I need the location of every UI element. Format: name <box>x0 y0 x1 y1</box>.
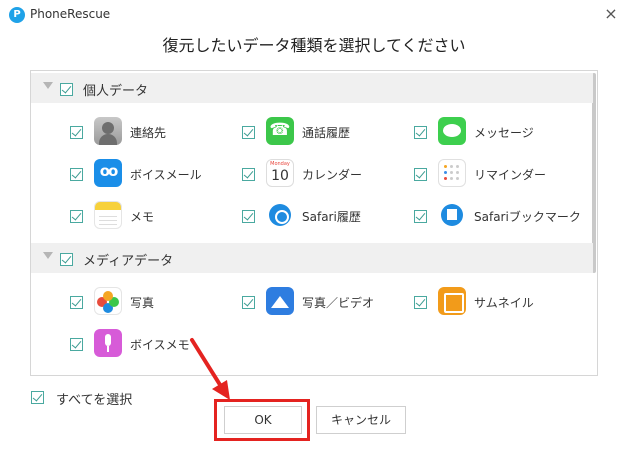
safari-bookmark-icon <box>438 201 466 229</box>
notes-icon <box>94 201 122 229</box>
collapse-arrow-icon[interactable] <box>43 82 53 89</box>
item-label: 写真 <box>130 296 155 310</box>
item-voice-memos[interactable]: ボイスメモ <box>70 329 240 359</box>
item-checkbox[interactable] <box>414 126 427 139</box>
item-reminders[interactable]: リマインダー <box>414 159 584 189</box>
item-checkbox[interactable] <box>70 296 83 309</box>
item-checkbox[interactable] <box>70 168 83 181</box>
item-safari-bookmarks[interactable]: Safariブックマーク <box>414 201 584 231</box>
item-checkbox[interactable] <box>242 126 255 139</box>
ok-button[interactable]: OK <box>224 406 302 434</box>
item-label: Safari履歴 <box>302 210 361 224</box>
section-checkbox-personal[interactable] <box>60 83 73 96</box>
item-checkbox[interactable] <box>414 296 427 309</box>
item-checkbox[interactable] <box>414 168 427 181</box>
item-checkbox[interactable] <box>414 210 427 223</box>
photos-icon <box>94 287 122 315</box>
calendar-icon <box>266 159 294 187</box>
safari-history-icon <box>266 201 294 229</box>
item-thumbnails[interactable]: サムネイル <box>414 287 584 317</box>
contacts-icon <box>94 117 122 145</box>
item-label: 写真／ビデオ <box>302 296 375 310</box>
messages-icon <box>438 117 466 145</box>
window-title: PhoneRescue <box>30 7 111 21</box>
item-notes[interactable]: メモ <box>70 201 240 231</box>
item-photos[interactable]: 写真 <box>70 287 240 317</box>
section-header-media[interactable]: メディアデータ <box>31 243 593 273</box>
select-all-label: すべてを選択 <box>56 393 133 408</box>
item-label: 連絡先 <box>130 126 167 140</box>
reminders-icon <box>438 159 466 187</box>
item-label: ボイスメール <box>130 168 202 182</box>
title-bar: P PhoneRescue × <box>0 0 628 30</box>
close-button[interactable]: × <box>600 4 622 24</box>
thumbnail-icon <box>438 287 466 315</box>
item-safari-history[interactable]: Safari履歴 <box>242 201 412 231</box>
item-label: サムネイル <box>474 296 534 310</box>
item-contacts[interactable]: 連絡先 <box>70 117 240 147</box>
data-type-list[interactable]: 個人データ 連絡先 通話履歴 メッセージ ボイスメール カレンダー リマインダー… <box>30 70 598 376</box>
voicemail-icon <box>94 159 122 187</box>
phone-icon <box>266 117 294 145</box>
item-checkbox[interactable] <box>242 210 255 223</box>
item-label: Safariブックマーク <box>474 210 581 224</box>
select-all-checkbox[interactable] <box>31 391 44 404</box>
item-checkbox[interactable] <box>242 168 255 181</box>
item-label: 通話履歴 <box>302 126 351 140</box>
item-label: リマインダー <box>474 168 547 182</box>
item-checkbox[interactable] <box>70 210 83 223</box>
item-photo-video[interactable]: 写真／ビデオ <box>242 287 412 317</box>
photo-video-icon <box>266 287 294 315</box>
section-label: 個人データ <box>83 84 149 99</box>
item-messages[interactable]: メッセージ <box>414 117 584 147</box>
item-label: カレンダー <box>302 168 363 182</box>
item-label: メッセージ <box>474 126 534 140</box>
cancel-button[interactable]: キャンセル <box>316 406 406 434</box>
item-voicemail[interactable]: ボイスメール <box>70 159 240 189</box>
collapse-arrow-icon[interactable] <box>43 252 53 259</box>
item-checkbox[interactable] <box>242 296 255 309</box>
item-checkbox[interactable] <box>70 126 83 139</box>
dialog-heading: 復元したいデータ種類を選択してください <box>162 36 466 55</box>
item-call-history[interactable]: 通話履歴 <box>242 117 412 147</box>
section-label: メディアデータ <box>83 254 174 269</box>
item-checkbox[interactable] <box>70 338 83 351</box>
section-checkbox-media[interactable] <box>60 253 73 266</box>
voice-memo-icon <box>94 329 122 357</box>
item-label: メモ <box>130 210 155 224</box>
section-header-personal[interactable]: 個人データ <box>31 73 593 103</box>
phonerescue-logo-icon: P <box>9 7 25 23</box>
item-label: ボイスメモ <box>130 338 190 352</box>
item-calendar[interactable]: カレンダー <box>242 159 412 189</box>
